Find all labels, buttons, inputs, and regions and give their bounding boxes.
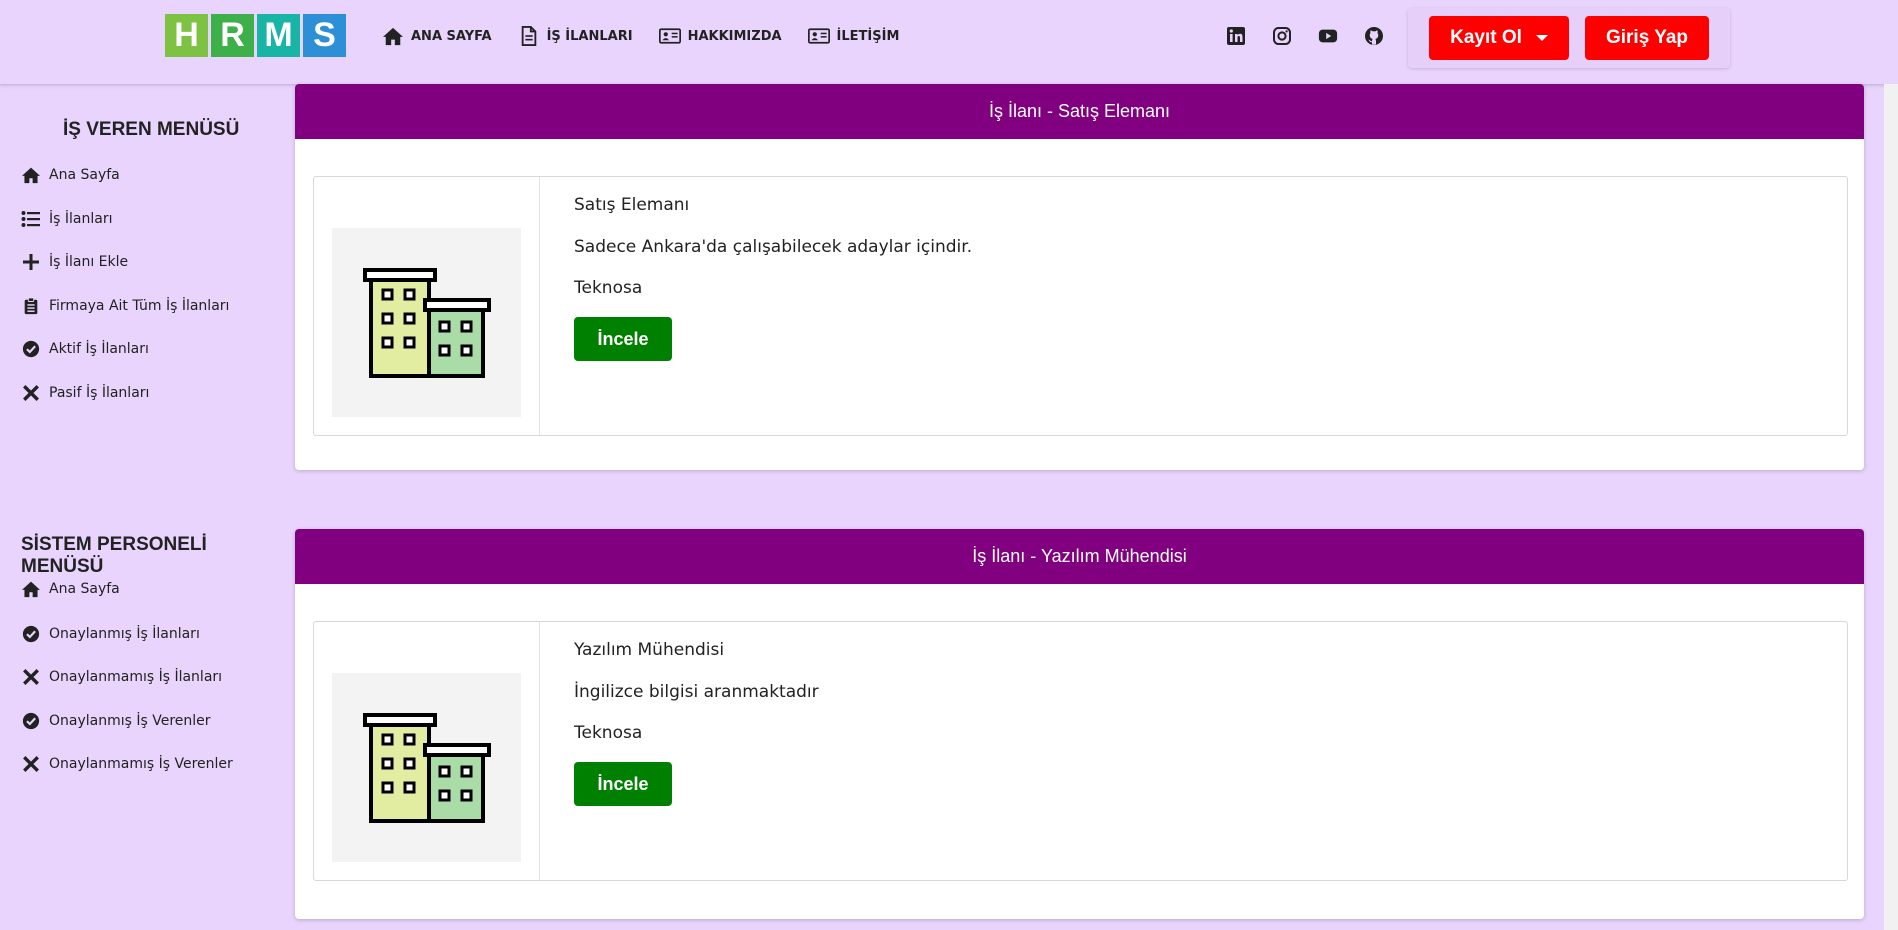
- staff-menu-unapproved-jobs[interactable]: Onaylanmamış İş İlanları: [21, 668, 222, 686]
- register-dropdown-button[interactable]: Kayıt Ol: [1429, 16, 1569, 60]
- x-icon: [23, 385, 39, 401]
- hrms-logo[interactable]: H R M S: [165, 14, 346, 57]
- linkedin-icon[interactable]: [1226, 26, 1246, 46]
- menu-item-label: Onaylanmış İş İlanları: [49, 626, 200, 642]
- menu-item-label: Firmaya Ait Tüm İş İlanları: [49, 298, 230, 314]
- id-card-icon: [658, 28, 681, 44]
- youtube-icon[interactable]: [1318, 26, 1338, 46]
- clipboard-icon: [24, 297, 38, 315]
- nav-jobs-label: İŞ İLANLARI: [546, 28, 633, 44]
- home-icon: [383, 27, 403, 46]
- logo-letter: S: [303, 14, 346, 57]
- logo-letter: R: [211, 14, 254, 57]
- sidebar: İŞ VEREN MENÜSÜ Ana Sayfa İş İlanları İş…: [0, 85, 288, 930]
- nav-about-link[interactable]: HAKKIMIZDA: [658, 26, 782, 46]
- staff-menu-approved-employers[interactable]: Onaylanmış İş Verenler: [21, 712, 211, 730]
- menu-item-label: Pasif İş İlanları: [49, 385, 150, 401]
- caret-down-icon: [1535, 35, 1548, 41]
- staff-menu-approved-jobs[interactable]: Onaylanmış İş İlanları: [21, 625, 200, 643]
- staff-menu-title: SİSTEM PERSONELİ MENÜSÜ: [21, 534, 207, 577]
- instagram-icon[interactable]: [1272, 26, 1292, 46]
- job-company: Teknosa: [574, 278, 643, 298]
- menu-item-label: Ana Sayfa: [49, 581, 120, 597]
- job-title: Yazılım Mühendisi: [574, 640, 725, 660]
- employer-menu-active-jobs[interactable]: Aktif İş İlanları: [21, 340, 149, 358]
- company-image: [332, 228, 521, 417]
- job-image-cell: [314, 622, 540, 880]
- job-card: İş İlanı - Satış Elemanı Satış Elemanı S…: [295, 84, 1864, 470]
- menu-item-label: Onaylanmamış İş İlanları: [49, 669, 223, 685]
- nav-about-label: HAKKIMIZDA: [687, 28, 782, 44]
- logo-letter: M: [257, 14, 300, 57]
- employer-menu-title: İŞ VEREN MENÜSÜ: [63, 119, 240, 140]
- plus-icon: [23, 254, 39, 270]
- inspect-button[interactable]: İncele: [574, 762, 672, 806]
- home-icon: [22, 167, 40, 184]
- menu-item-label: İş İlanları: [49, 211, 113, 227]
- job-card: İş İlanı - Yazılım Mühendisi Yazılım Müh…: [295, 529, 1864, 919]
- menu-item-label: İş İlanı Ekle: [49, 254, 129, 270]
- menu-item-label: Onaylanmamış İş Verenler: [49, 756, 233, 772]
- staff-menu-home[interactable]: Ana Sayfa: [21, 580, 120, 598]
- check-circle-icon: [22, 340, 40, 358]
- nav-jobs-link[interactable]: İŞ İLANLARI: [518, 26, 633, 46]
- check-circle-icon: [22, 625, 40, 643]
- check-circle-icon: [22, 712, 40, 730]
- login-label: Giriş Yap: [1605, 27, 1689, 48]
- job-item: Satış Elemanı Sadece Ankara'da çalışabil…: [313, 176, 1848, 436]
- job-card-header: İş İlanı - Yazılım Mühendisi: [295, 529, 1864, 584]
- home-icon: [22, 581, 40, 598]
- menu-item-label: Onaylanmış İş Verenler: [49, 713, 211, 729]
- employer-menu-company-jobs[interactable]: Firmaya Ait Tüm İş İlanları: [21, 297, 229, 315]
- logo-letter: H: [165, 14, 208, 57]
- nav-home-label: ANA SAYFA: [411, 28, 492, 44]
- x-icon: [23, 756, 39, 772]
- employer-menu-passive-jobs[interactable]: Pasif İş İlanları: [21, 384, 149, 402]
- x-icon: [23, 669, 39, 685]
- employer-menu-add-job[interactable]: İş İlanı Ekle: [21, 253, 128, 271]
- menu-item-label: Ana Sayfa: [49, 167, 120, 183]
- menu-item-label: Aktif İş İlanları: [49, 341, 149, 357]
- job-title: Satış Elemanı: [574, 195, 690, 215]
- building-icon: [363, 713, 491, 823]
- employer-menu-jobs[interactable]: İş İlanları: [21, 210, 112, 228]
- job-description: Sadece Ankara'da çalışabilecek adaylar i…: [574, 237, 973, 257]
- job-item: Yazılım Mühendisi İngilizce bilgisi aran…: [313, 621, 1848, 881]
- nav-contact-label: İLETİŞİM: [836, 28, 900, 44]
- id-card-icon: [807, 28, 830, 44]
- top-navbar: H R M S ANA SAYFA İŞ İLANLARI HAKKIMIZDA…: [0, 0, 1898, 85]
- nav-contact-link[interactable]: İLETİŞİM: [807, 26, 900, 46]
- list-icon: [21, 211, 40, 227]
- inspect-button[interactable]: İncele: [574, 317, 672, 361]
- document-icon: [521, 26, 536, 46]
- employer-menu-home[interactable]: Ana Sayfa: [21, 166, 120, 184]
- register-label: Kayıt Ol: [1450, 27, 1522, 48]
- job-description: İngilizce bilgisi aranmaktadır: [574, 682, 819, 702]
- job-company: Teknosa: [574, 723, 643, 743]
- github-icon[interactable]: [1364, 26, 1384, 46]
- building-icon: [363, 268, 491, 378]
- login-button[interactable]: Giriş Yap: [1585, 16, 1709, 60]
- company-image: [332, 673, 521, 862]
- page-scrollbar[interactable]: [1884, 84, 1898, 930]
- job-image-cell: [314, 177, 540, 435]
- nav-home-link[interactable]: ANA SAYFA: [382, 26, 492, 46]
- staff-menu-unapproved-employers[interactable]: Onaylanmamış İş Verenler: [21, 755, 233, 773]
- job-card-header: İş İlanı - Satış Elemanı: [295, 84, 1864, 139]
